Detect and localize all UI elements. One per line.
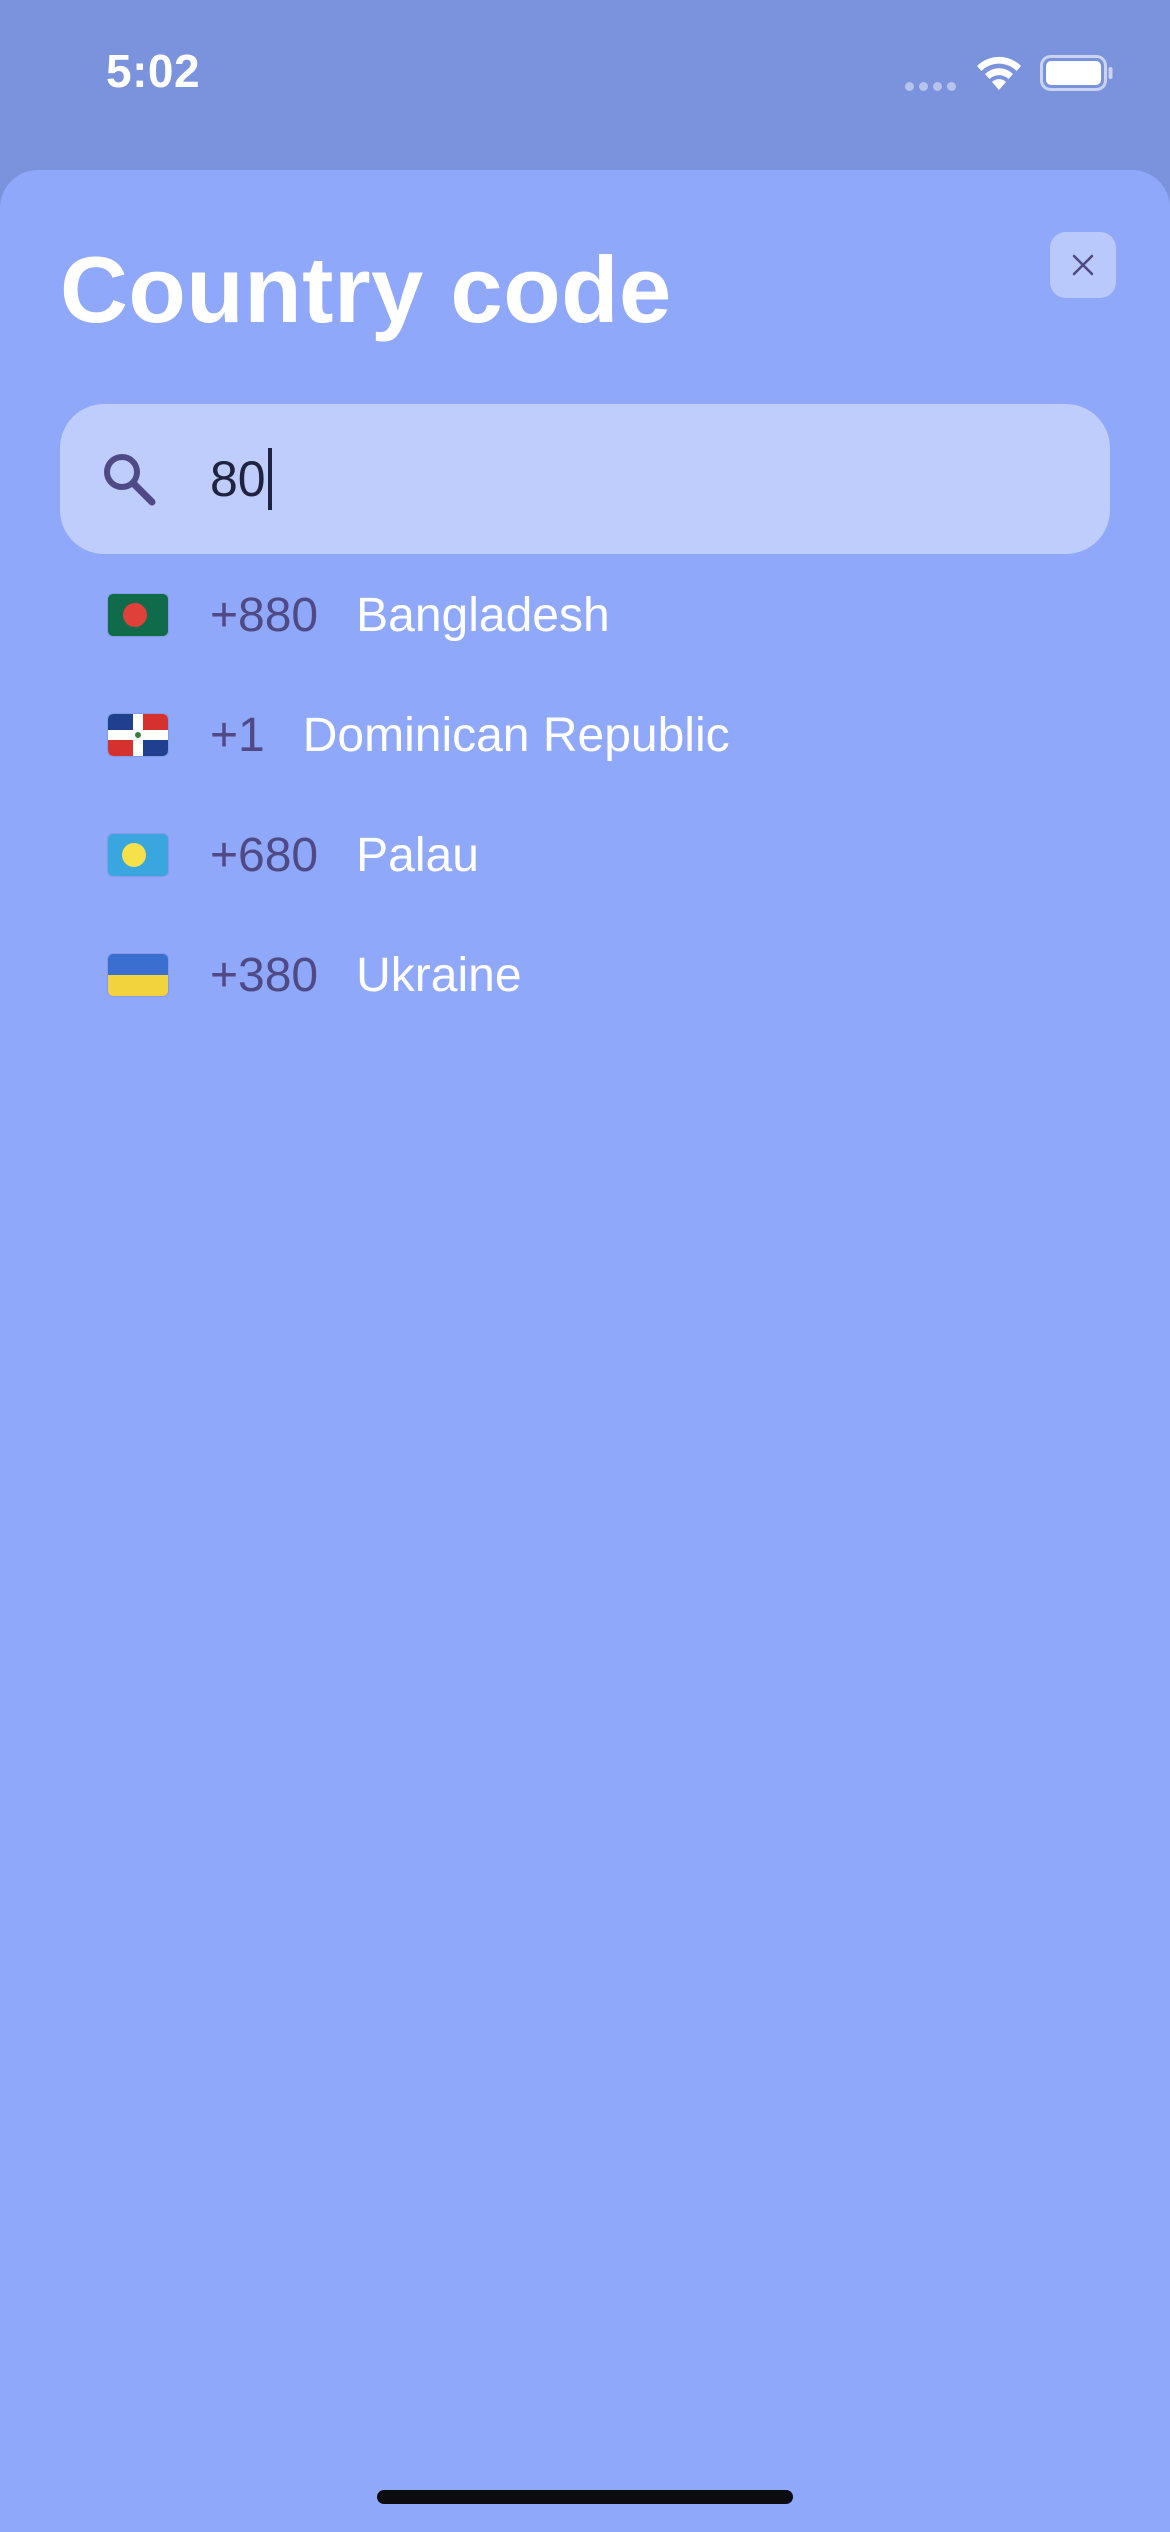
flag-palau-icon [108,834,168,876]
country-code-sheet: Country code 80 +880 Bangladesh +1 Domin… [0,170,1170,2532]
page-title: Country code [60,237,672,342]
country-name: Palau [356,828,479,882]
dial-code: +680 [210,828,319,882]
cellular-signal-icon [905,82,956,91]
country-name: Ukraine [356,948,522,1002]
dial-code: +880 [210,588,319,642]
country-name: Dominican Republic [302,708,730,762]
home-indicator[interactable] [377,2490,793,2504]
status-time: 5:02 [106,45,201,97]
country-row-ukraine[interactable]: +380 Ukraine [108,930,522,1020]
close-icon [1071,253,1095,277]
text-cursor [267,448,272,510]
country-name: Bangladesh [356,588,610,642]
search-field[interactable]: 80 [60,404,1110,554]
dial-code: +380 [210,948,319,1002]
wifi-icon [973,52,1025,92]
search-input-value: 80 [210,451,266,507]
dial-code: +1 [210,708,265,762]
close-button[interactable] [1050,232,1116,298]
country-row-palau[interactable]: +680 Palau [108,810,479,900]
battery-icon [1040,55,1114,91]
flag-bangladesh-icon [108,594,168,636]
flag-ukraine-icon [108,954,168,996]
country-row-dominican-republic[interactable]: +1 Dominican Republic [108,690,730,780]
search-input[interactable]: 80 [210,448,272,510]
search-icon [98,448,160,510]
flag-dominican-republic-icon [108,714,168,756]
country-row-bangladesh[interactable]: +880 Bangladesh [108,570,610,660]
status-bar: 5:02 [0,0,1170,150]
